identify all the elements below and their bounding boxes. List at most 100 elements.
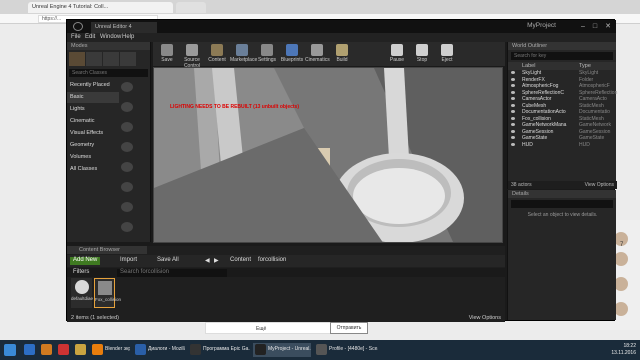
visibility-eye-icon[interactable] xyxy=(511,136,515,139)
system-clock[interactable]: 18:22 13.11.2016 xyxy=(611,343,636,357)
maximize-icon[interactable]: □ xyxy=(590,22,600,31)
pause-button[interactable]: Pause xyxy=(385,42,409,66)
visibility-eye-icon[interactable] xyxy=(511,103,515,107)
avatar[interactable] xyxy=(614,277,628,291)
content-view-options[interactable]: View Options xyxy=(469,315,501,321)
category-visual-effects[interactable]: Visual Effects xyxy=(67,128,119,139)
taskbar-app[interactable] xyxy=(39,343,57,357)
avatar[interactable] xyxy=(614,252,628,266)
visibility-eye-icon[interactable] xyxy=(511,123,515,126)
path-forcollision[interactable]: forcollision xyxy=(255,257,289,265)
save-button[interactable]: Save xyxy=(155,42,179,66)
outliner-view-options[interactable]: View Options xyxy=(585,182,614,188)
column-type[interactable]: Type xyxy=(579,63,591,69)
close-icon[interactable]: ✕ xyxy=(603,22,613,31)
outliner-row[interactable]: HUD HUD xyxy=(508,142,616,149)
toolbar-label: Marketplace xyxy=(230,57,258,63)
menu-help[interactable]: Help xyxy=(122,34,134,40)
taskbar-app[interactable]: Blender экранск xyxy=(90,343,130,357)
browser-tab[interactable]: Unreal Engine 4 Tutorial: Coll... xyxy=(28,2,173,13)
category-basic[interactable]: Basic xyxy=(67,92,119,103)
blueprints-button[interactable]: Blueprints xyxy=(280,42,304,66)
menu-edit[interactable]: Edit xyxy=(85,34,95,40)
minimize-icon[interactable]: – xyxy=(578,22,588,31)
toolbar-label: Settings xyxy=(257,57,277,63)
build-button[interactable]: Build xyxy=(330,42,354,66)
modes-header[interactable]: Modes xyxy=(67,42,150,50)
details-header[interactable]: Details xyxy=(508,190,616,198)
content-button[interactable]: Content xyxy=(205,42,229,66)
cinematics-button[interactable]: Cinematics xyxy=(305,42,330,66)
taskbar-app[interactable] xyxy=(22,343,40,357)
new-tab-button[interactable] xyxy=(176,2,206,13)
forward-arrow-icon[interactable]: ▶ xyxy=(211,257,222,265)
taskbar-app[interactable]: Программа Epic Ga... xyxy=(188,343,250,357)
taskbar-app[interactable] xyxy=(56,343,74,357)
eject-icon xyxy=(441,44,453,56)
outliner-search-input[interactable]: Search for key xyxy=(511,52,613,60)
row-label: GameSession xyxy=(522,128,554,135)
level-viewport[interactable]: LIGHTING NEEDS TO BE REBUILT (13 unbuilt… xyxy=(153,67,503,243)
visibility-eye-icon[interactable] xyxy=(511,142,515,146)
landscape-mode-icon[interactable] xyxy=(103,52,119,66)
visibility-eye-icon[interactable] xyxy=(511,110,515,113)
actor-thumbnail[interactable] xyxy=(121,182,133,192)
actor-thumbnail[interactable] xyxy=(121,102,133,112)
taskbar-app[interactable] xyxy=(73,343,91,357)
paint-mode-icon[interactable] xyxy=(86,52,102,66)
visibility-eye-icon[interactable] xyxy=(511,116,515,120)
content-browser-tab[interactable]: Content Browser xyxy=(67,246,147,254)
browser-tab-strip: Unreal Engine 4 Tutorial: Coll... xyxy=(0,0,640,14)
visibility-eye-icon[interactable] xyxy=(511,71,515,74)
asset-tile[interactable]: defaultdiae xyxy=(71,278,93,308)
menu-file[interactable]: File xyxy=(71,34,81,40)
content-search-input[interactable]: Search forcollision xyxy=(117,269,227,277)
menu-window[interactable]: Window xyxy=(100,34,121,40)
row-label: RenderFX xyxy=(522,76,545,83)
visibility-eye-icon[interactable] xyxy=(511,90,515,94)
column-label[interactable]: Label xyxy=(522,63,535,69)
level-tab[interactable]: Unreal Editor 4 xyxy=(91,22,157,33)
path-content[interactable]: Content xyxy=(227,257,254,265)
stop-button[interactable]: Stop xyxy=(410,42,434,66)
blueprints-icon xyxy=(286,44,298,56)
marketplace-button[interactable]: Marketplace xyxy=(230,42,258,66)
details-search-input[interactable] xyxy=(511,200,613,208)
actor-thumbnail[interactable] xyxy=(121,222,133,232)
actor-thumbnail[interactable] xyxy=(121,202,133,212)
taskbar-app[interactable]: MyProject - Unreal... xyxy=(253,343,311,357)
foliage-mode-icon[interactable] xyxy=(120,52,136,66)
add-new-button[interactable]: Add New xyxy=(70,257,101,265)
category-volumes[interactable]: Volumes xyxy=(67,152,119,163)
settings-button[interactable]: Settings xyxy=(255,42,279,66)
actor-thumbnail[interactable] xyxy=(121,142,133,152)
send-button[interactable]: Отправить xyxy=(330,322,368,334)
taskbar-app[interactable]: Диалоги - Mozilla Fir... xyxy=(133,343,185,357)
outliner-header[interactable]: World Outliner xyxy=(508,42,616,50)
modes-search-input[interactable]: Search Classes xyxy=(69,69,148,77)
visibility-eye-icon[interactable] xyxy=(511,84,515,87)
start-button[interactable] xyxy=(4,344,16,356)
row-label: SkyLight xyxy=(522,70,542,76)
world-outliner: World Outliner Search for key Label Type… xyxy=(507,42,617,189)
actor-thumbnail[interactable] xyxy=(121,122,133,132)
save-all-button[interactable]: Save All xyxy=(154,257,182,265)
place-mode-icon[interactable] xyxy=(69,52,85,66)
source-control-button[interactable]: Source Control xyxy=(180,42,204,69)
filters-dropdown[interactable]: Filters xyxy=(70,269,92,277)
visibility-eye-icon[interactable] xyxy=(511,129,515,133)
visibility-eye-icon[interactable] xyxy=(511,77,515,81)
taskbar-app[interactable]: Profile - [4480e] - Sce... xyxy=(314,343,378,357)
eject-button[interactable]: Eject xyxy=(435,42,459,66)
visibility-eye-icon[interactable] xyxy=(511,97,515,100)
asset-tile[interactable]: Fox_collision xyxy=(94,278,121,308)
import-button[interactable]: Import xyxy=(117,257,140,265)
actor-thumbnail[interactable] xyxy=(121,82,133,92)
category-lights[interactable]: Lights xyxy=(67,104,119,115)
category-cinematic[interactable]: Cinematic xyxy=(67,116,119,127)
avatar[interactable] xyxy=(614,302,628,316)
actor-thumbnail[interactable] xyxy=(121,162,133,172)
category-all-classes[interactable]: All Classes xyxy=(67,164,119,175)
category-geometry[interactable]: Geometry xyxy=(67,140,119,151)
category-recently-placed[interactable]: Recently Placed xyxy=(67,80,119,91)
